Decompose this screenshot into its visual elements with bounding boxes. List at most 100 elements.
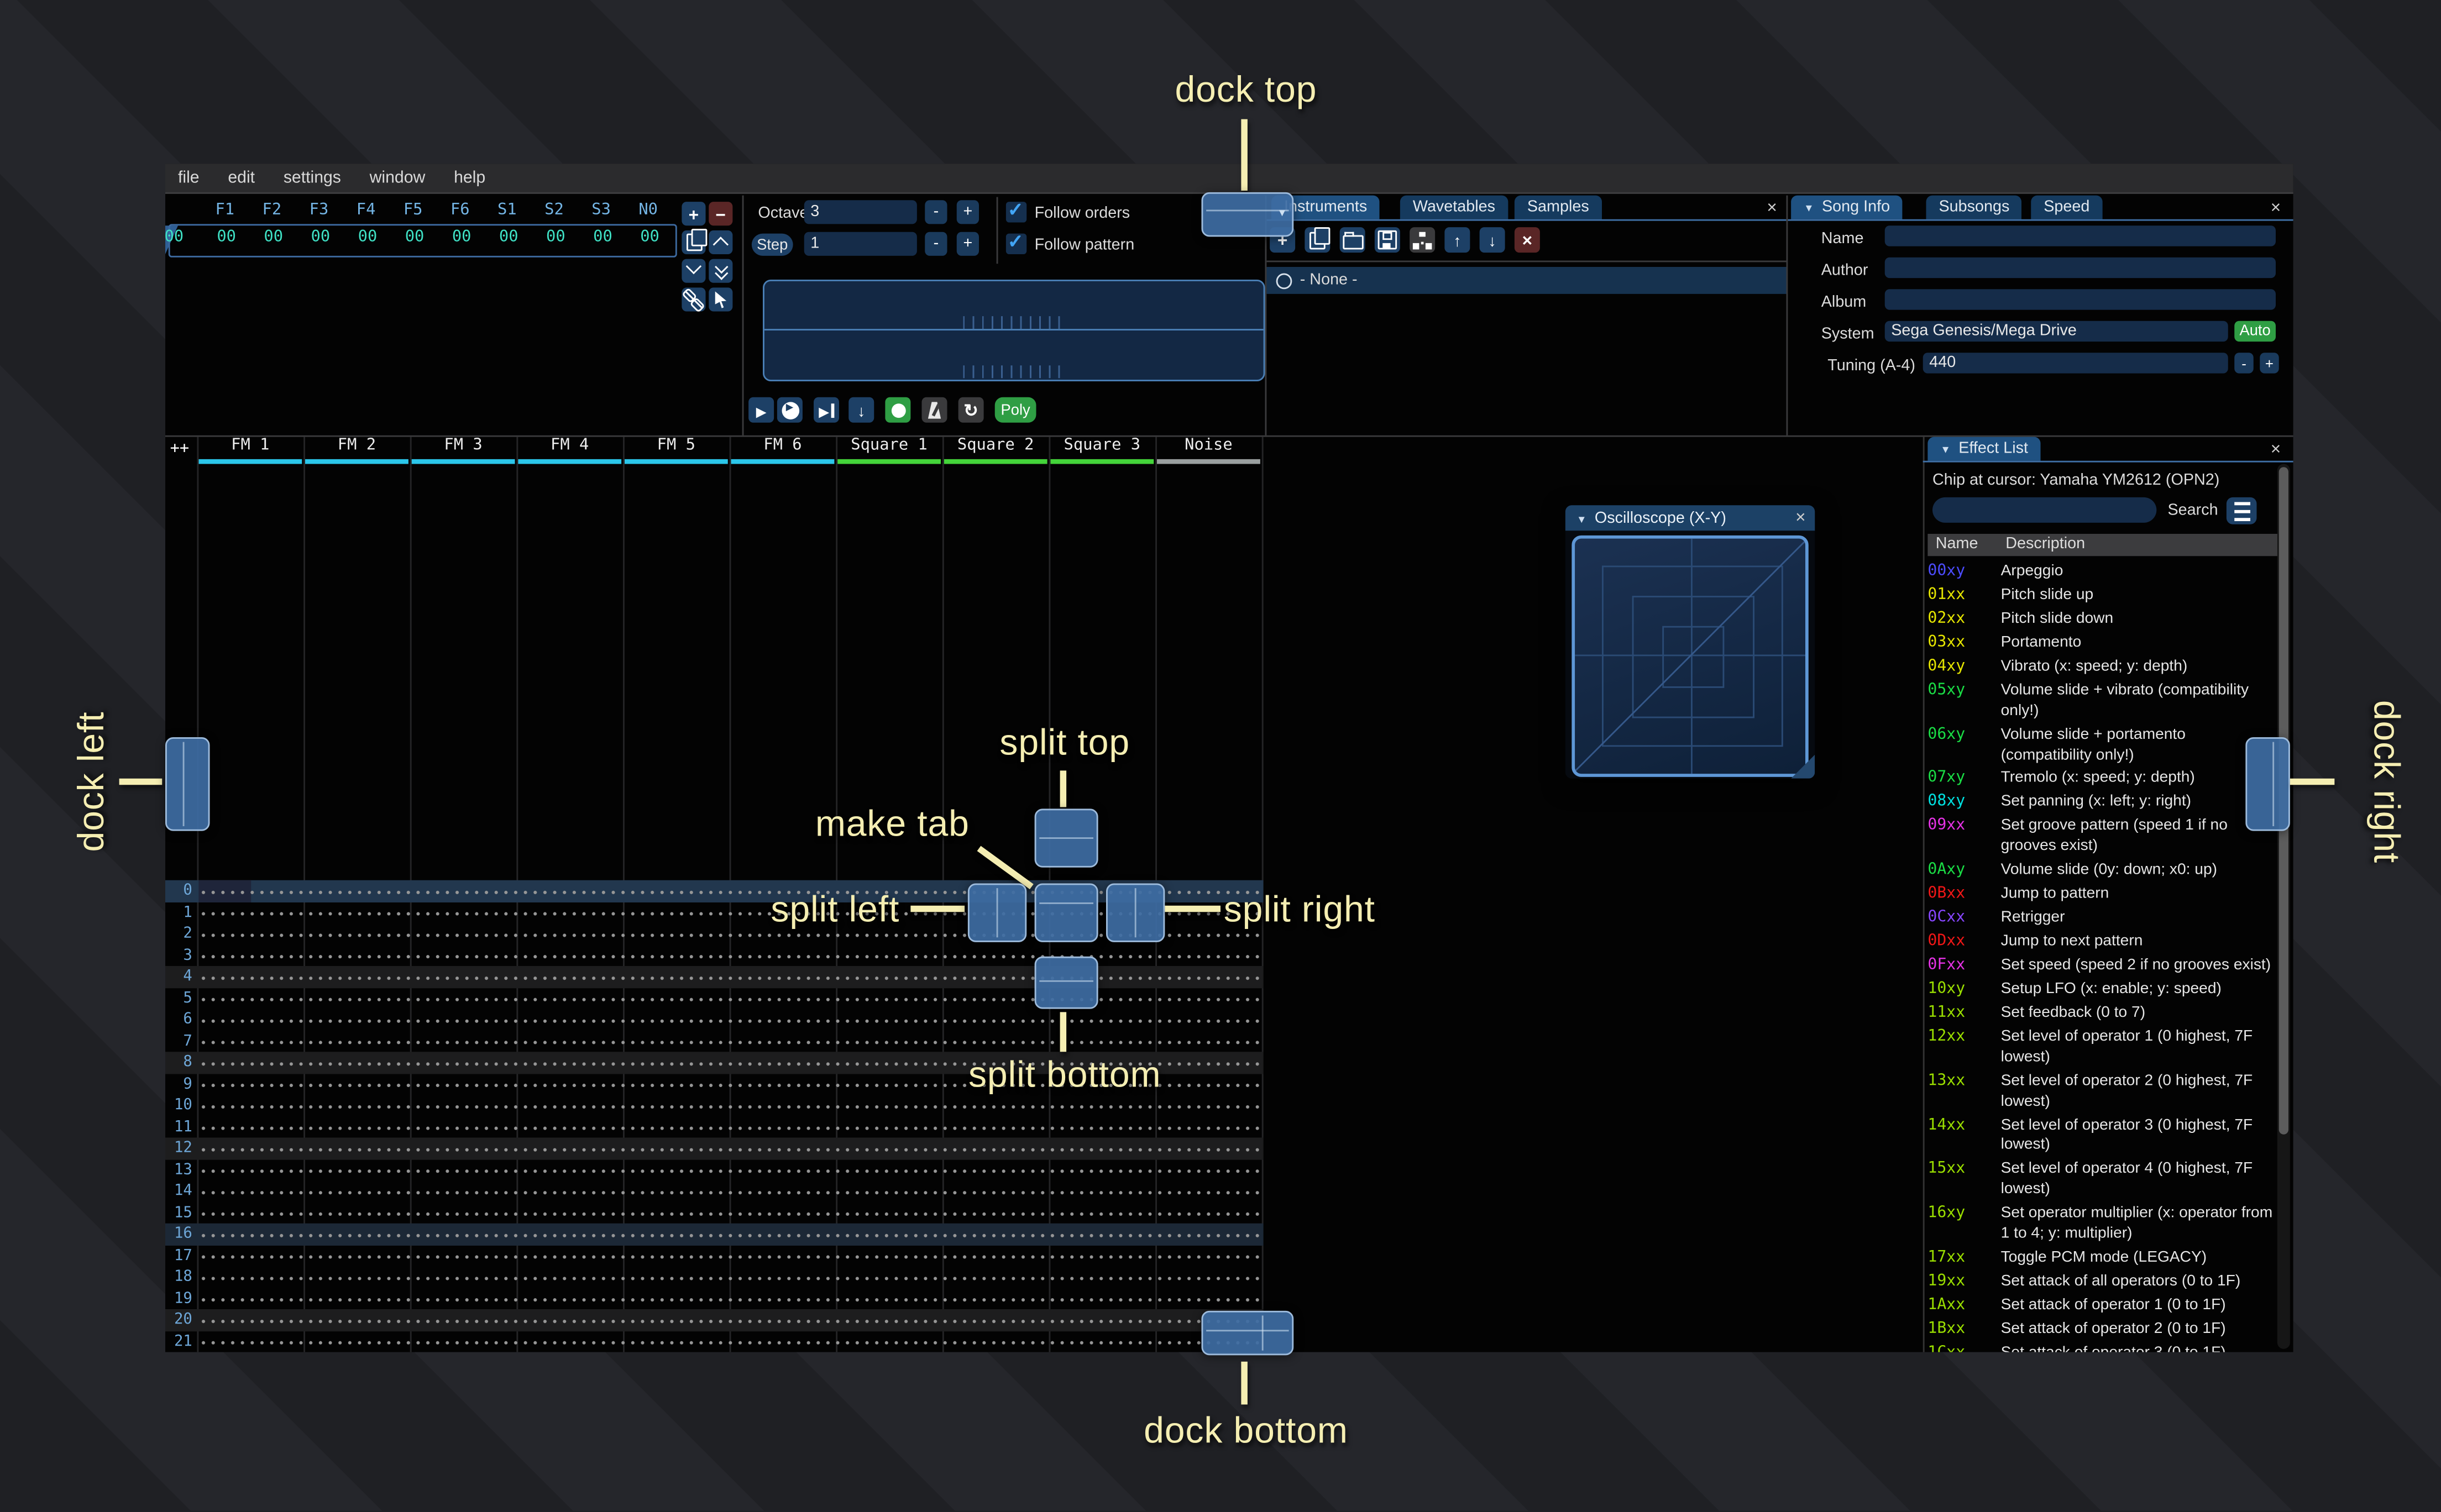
effect-row[interactable]: 1Axx Set attack of operator 1 (0 to 1F)	[1927, 1296, 2278, 1317]
effect-list-close-icon[interactable]: ×	[2266, 440, 2286, 459]
metronome-button[interactable]	[921, 397, 947, 423]
order-remove-button[interactable]	[709, 202, 733, 226]
pattern-row[interactable]: 21	[165, 1330, 1264, 1352]
order-move-to-end-button[interactable]	[709, 259, 733, 283]
effect-row[interactable]: 06xy Volume slide + portamento (compatibi…	[1927, 726, 2278, 767]
pattern-row[interactable]: 3	[165, 944, 1264, 966]
split-left-target[interactable]	[967, 883, 1027, 942]
order-move-down-button[interactable]	[682, 258, 706, 283]
effect-row[interactable]: 02xx Pitch slide down	[1927, 610, 2278, 631]
pattern-row[interactable]: 19	[165, 1288, 1264, 1309]
effect-row[interactable]: 13xx Set level of operator 2 (0 highest, …	[1927, 1072, 2278, 1113]
pattern-row[interactable]: 17	[165, 1245, 1264, 1267]
collapse-icon[interactable]	[1576, 509, 1587, 527]
play-one-row-button[interactable]	[814, 397, 839, 423]
effect-row[interactable]: 0Cxx Retrigger	[1927, 909, 2278, 930]
make-tab-target[interactable]	[1034, 883, 1098, 942]
effect-row[interactable]: 17xx Toggle PCM mode (LEGACY)	[1927, 1249, 2278, 1269]
instrument-organize-button[interactable]	[1410, 227, 1436, 253]
octave-plus-button[interactable]: +	[956, 200, 979, 224]
split-top-target[interactable]	[1034, 809, 1098, 868]
octave-input[interactable]	[804, 200, 917, 224]
poly-toggle-button[interactable]: Poly	[994, 397, 1036, 423]
effect-row[interactable]: 0Dxx Jump to next pattern	[1927, 933, 2278, 953]
order-duplicate-button[interactable]	[682, 229, 706, 254]
instruments-close-icon[interactable]: ×	[1762, 198, 1782, 218]
author-field[interactable]	[1884, 257, 2276, 279]
effect-row[interactable]: 1CxxSet attack of operator 3 (0 to 1F)	[1927, 1344, 2278, 1352]
tab-speed[interactable]: Speed	[2031, 195, 2103, 219]
pattern-row[interactable]: 14	[165, 1180, 1264, 1202]
order-unlink-button[interactable]	[682, 287, 706, 312]
menu-item-window[interactable]: window	[370, 169, 426, 188]
resize-grip[interactable]	[1791, 754, 1815, 779]
menu-item-edit[interactable]: edit	[228, 169, 255, 188]
effect-row[interactable]: 19xx Set attack of all operators (0 to 1F…	[1927, 1273, 2278, 1293]
menu-item-file[interactable]: file	[178, 169, 200, 188]
pattern-row[interactable]: 20	[165, 1309, 1264, 1331]
oscilloscope-title-bar[interactable]: Oscilloscope (X-Y) ×	[1565, 505, 1815, 531]
pattern-row[interactable]: 6	[165, 1009, 1264, 1031]
repeat-button[interactable]	[958, 397, 984, 423]
instrument-delete-button[interactable]	[1514, 227, 1540, 253]
search-options-button[interactable]	[2226, 497, 2257, 524]
album-field[interactable]	[1884, 289, 2276, 310]
order-cell[interactable]: 00	[580, 229, 626, 246]
effect-row[interactable]: 10xy Setup LFO (x: enable; y: speed)	[1927, 980, 2278, 1001]
order-cell[interactable]: 00	[486, 229, 532, 246]
follow-orders-checkbox[interactable]	[1005, 198, 1027, 223]
instrument-move-down-button[interactable]	[1479, 227, 1505, 253]
effect-search-input[interactable]	[1932, 497, 2157, 523]
pattern-row[interactable]: 18	[165, 1266, 1264, 1288]
effect-row[interactable]: 15xx Set level of operator 4 (0 highest, …	[1927, 1161, 2278, 1201]
order-cell[interactable]: 00	[627, 229, 673, 246]
effect-row[interactable]: 03xx Portamento	[1927, 634, 2278, 654]
pattern-row[interactable]: 16	[165, 1223, 1264, 1245]
pattern-row[interactable]: 4	[165, 966, 1264, 988]
effect-row[interactable]: 04xy Vibrato (x: speed; y: depth)	[1927, 658, 2278, 678]
order-cell[interactable]: 00	[203, 229, 249, 246]
octave-minus-button[interactable]: -	[925, 200, 947, 224]
instrument-save-button[interactable]	[1374, 227, 1400, 253]
pattern-row[interactable]: 10	[165, 1094, 1264, 1116]
tuning-minus-button[interactable]: -	[2234, 353, 2254, 374]
step-minus-button[interactable]: -	[925, 232, 947, 256]
record-button[interactable]	[885, 397, 911, 423]
tuning-field[interactable]	[1923, 353, 2228, 374]
menu-item-settings[interactable]: settings	[284, 169, 341, 188]
tab-song-info[interactable]: Song Info	[1791, 195, 1903, 219]
piano-preview[interactable]	[763, 280, 1265, 381]
pattern-row[interactable]: 7	[165, 1030, 1264, 1052]
order-cell[interactable]: 00	[344, 229, 390, 246]
play-pattern-button[interactable]	[777, 397, 803, 423]
name-field[interactable]	[1884, 225, 2276, 246]
effect-row[interactable]: 00xy Arpeggio	[1927, 563, 2278, 583]
order-cell[interactable]: 00	[297, 229, 343, 246]
step-input[interactable]	[804, 232, 917, 256]
collapse-icon[interactable]	[1940, 440, 1951, 458]
effect-row[interactable]: 0Bxx Jump to pattern	[1927, 885, 2278, 906]
split-bottom-target[interactable]	[1034, 956, 1098, 1009]
orders-selected-row[interactable]: 00 00 00 00 00 00 00 00 00 00 00	[164, 224, 677, 258]
pattern-row[interactable]: 15	[165, 1201, 1264, 1224]
pattern-row[interactable]: 13	[165, 1159, 1264, 1181]
effect-row[interactable]: 07xy Tremolo (x: speed; y: depth)	[1927, 770, 2278, 790]
effect-row[interactable]: 05xy Volume slide + vibrato (compatibilit…	[1927, 681, 2278, 722]
step-plus-button[interactable]: +	[956, 232, 979, 256]
song-info-close-icon[interactable]: ×	[2266, 198, 2286, 218]
order-cell[interactable]: 00	[533, 229, 579, 246]
instrument-open-button[interactable]	[1339, 227, 1365, 253]
effect-row[interactable]: 09xx Set groove pattern (speed 1 if no gr…	[1927, 817, 2278, 858]
effect-row[interactable]: 0Fxx Set speed (speed 2 if no grooves exi…	[1927, 957, 2278, 977]
step-down-button[interactable]	[848, 397, 874, 423]
effect-row[interactable]: 11xx Set feedback (0 to 7)	[1927, 1004, 2278, 1025]
order-add-button[interactable]	[682, 202, 706, 226]
instrument-duplicate-button[interactable]	[1305, 226, 1330, 253]
instrument-move-up-button[interactable]	[1444, 227, 1470, 253]
effect-row[interactable]: 0Axy Volume slide (0y: down; x0: up)	[1927, 862, 2278, 882]
dock-left-target[interactable]	[165, 737, 210, 831]
collapse-icon[interactable]	[1804, 198, 1814, 216]
oscilloscope-window[interactable]: Oscilloscope (X-Y) ×	[1565, 505, 1815, 779]
tuning-plus-button[interactable]: +	[2260, 353, 2279, 374]
oscilloscope-close-icon[interactable]: ×	[1791, 508, 1810, 528]
